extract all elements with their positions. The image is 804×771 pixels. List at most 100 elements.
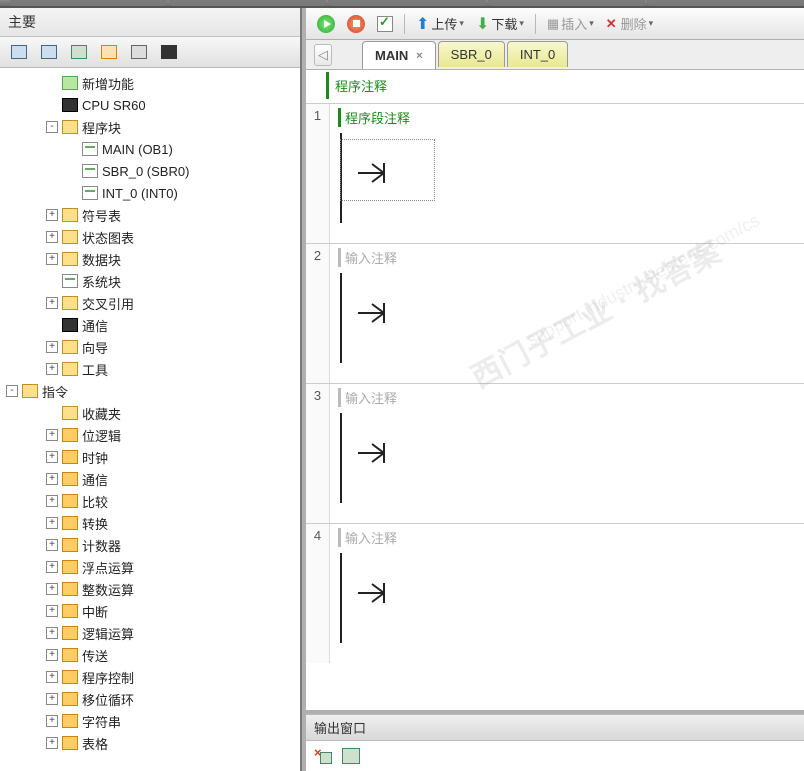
expand-icon[interactable]: + bbox=[46, 429, 58, 441]
expand-icon[interactable]: + bbox=[46, 297, 58, 309]
tree-node[interactable]: +表格 bbox=[2, 732, 300, 754]
insert-button[interactable]: ▦插入 bbox=[542, 11, 599, 36]
expand-icon[interactable]: + bbox=[46, 473, 58, 485]
instruction-folder-icon bbox=[62, 714, 78, 728]
project-tree[interactable]: 新增功能CPU SR60-程序块MAIN (OB1)SBR_0 (SBR0)IN… bbox=[0, 68, 300, 771]
expand-icon[interactable]: + bbox=[46, 737, 58, 749]
tree-node[interactable]: +程序控制 bbox=[2, 666, 300, 688]
expand-icon[interactable]: + bbox=[46, 583, 58, 595]
tree-node[interactable]: +中断 bbox=[2, 600, 300, 622]
tree-node[interactable]: 系统块 bbox=[2, 270, 300, 292]
tree-node[interactable]: -程序块 bbox=[2, 116, 300, 138]
program-comment[interactable]: 程序注释 bbox=[326, 72, 804, 99]
expand-icon[interactable]: + bbox=[46, 451, 58, 463]
expand-icon[interactable]: + bbox=[46, 561, 58, 573]
editor-tab[interactable]: SBR_0 bbox=[438, 41, 505, 67]
tree-node[interactable]: +计数器 bbox=[2, 534, 300, 556]
tree-node[interactable]: +符号表 bbox=[2, 204, 300, 226]
ribbon-tab[interactable] bbox=[647, 0, 804, 6]
tree-node[interactable]: +转换 bbox=[2, 512, 300, 534]
tree-node[interactable]: +逻辑运算 bbox=[2, 622, 300, 644]
stop-button[interactable] bbox=[342, 12, 370, 36]
view-icon-1[interactable] bbox=[6, 41, 32, 63]
ribbon-tab[interactable] bbox=[169, 0, 326, 6]
output-add-icon[interactable] bbox=[342, 748, 360, 764]
ladder-rung[interactable] bbox=[338, 133, 796, 223]
expand-icon[interactable]: + bbox=[46, 341, 58, 353]
tree-node[interactable]: +交叉引用 bbox=[2, 292, 300, 314]
network[interactable]: 4输入注释 bbox=[306, 523, 804, 663]
network-comment[interactable]: 程序段注释 bbox=[338, 108, 796, 127]
expand-icon[interactable]: + bbox=[46, 363, 58, 375]
close-icon[interactable]: × bbox=[416, 50, 422, 62]
view-icon-4[interactable] bbox=[96, 41, 122, 63]
view-icon-6[interactable] bbox=[156, 41, 182, 63]
end-contact-icon[interactable] bbox=[358, 441, 396, 465]
network[interactable]: 1程序段注释 bbox=[306, 103, 804, 243]
expand-icon[interactable]: + bbox=[46, 715, 58, 727]
ladder-rung[interactable] bbox=[338, 273, 796, 363]
run-button[interactable] bbox=[312, 12, 340, 36]
tree-node[interactable]: CPU SR60 bbox=[2, 94, 300, 116]
network-comment[interactable]: 输入注释 bbox=[338, 388, 796, 407]
tree-node[interactable]: +状态图表 bbox=[2, 226, 300, 248]
tree-node[interactable]: +字符串 bbox=[2, 710, 300, 732]
ladder-rung[interactable] bbox=[338, 553, 796, 643]
network-comment[interactable]: 输入注释 bbox=[338, 528, 796, 547]
network[interactable]: 2输入注释 bbox=[306, 243, 804, 383]
download-button[interactable]: ⬇下载 bbox=[471, 11, 529, 37]
end-contact-icon[interactable] bbox=[358, 161, 396, 185]
view-icon-3[interactable] bbox=[66, 41, 92, 63]
tree-node[interactable]: 新增功能 bbox=[2, 72, 300, 94]
expand-icon[interactable]: + bbox=[46, 209, 58, 221]
tree-node[interactable]: MAIN (OB1) bbox=[2, 138, 300, 160]
tree-node[interactable]: 收藏夹 bbox=[2, 402, 300, 424]
tree-node[interactable]: INT_0 (INT0) bbox=[2, 182, 300, 204]
delete-button[interactable]: ✕删除 bbox=[601, 11, 658, 36]
editor-tab[interactable]: INT_0 bbox=[507, 41, 568, 67]
end-contact-icon[interactable] bbox=[358, 581, 396, 605]
collapse-icon[interactable]: - bbox=[6, 385, 18, 397]
ladder-rung[interactable] bbox=[338, 413, 796, 503]
tree-node[interactable]: +移位循环 bbox=[2, 688, 300, 710]
tree-node[interactable]: +比较 bbox=[2, 490, 300, 512]
expand-icon[interactable]: + bbox=[46, 627, 58, 639]
upload-button[interactable]: ⬆上传 bbox=[411, 11, 469, 37]
ribbon-tab[interactable] bbox=[10, 0, 167, 6]
tree-node[interactable]: +传送 bbox=[2, 644, 300, 666]
expand-icon[interactable]: + bbox=[46, 495, 58, 507]
view-icon-5[interactable] bbox=[126, 41, 152, 63]
tree-node[interactable]: +时钟 bbox=[2, 446, 300, 468]
expand-icon[interactable]: + bbox=[46, 671, 58, 683]
end-contact-icon[interactable] bbox=[358, 301, 396, 325]
tree-node[interactable]: SBR_0 (SBR0) bbox=[2, 160, 300, 182]
tree-node[interactable]: +位逻辑 bbox=[2, 424, 300, 446]
expand-icon[interactable]: + bbox=[46, 231, 58, 243]
expand-icon[interactable]: + bbox=[46, 253, 58, 265]
collapse-icon[interactable]: - bbox=[46, 121, 58, 133]
compile-button[interactable] bbox=[372, 13, 398, 35]
ribbon-tab[interactable] bbox=[328, 0, 485, 6]
tree-node[interactable]: +数据块 bbox=[2, 248, 300, 270]
ladder-editor[interactable]: 西门子工业 · 找答案 support.industry.siemens.com… bbox=[306, 70, 804, 710]
folder-icon bbox=[62, 406, 78, 420]
expand-icon[interactable]: + bbox=[46, 539, 58, 551]
tree-node[interactable]: +浮点运算 bbox=[2, 556, 300, 578]
tree-node[interactable]: -指令 bbox=[2, 380, 300, 402]
editor-tab[interactable]: MAIN× bbox=[362, 41, 436, 69]
tree-node[interactable]: 通信 bbox=[2, 314, 300, 336]
expand-icon[interactable]: + bbox=[46, 649, 58, 661]
expand-icon[interactable]: + bbox=[46, 605, 58, 617]
view-icon-2[interactable] bbox=[36, 41, 62, 63]
tree-node[interactable]: +整数运算 bbox=[2, 578, 300, 600]
tree-node[interactable]: +通信 bbox=[2, 468, 300, 490]
network[interactable]: 3输入注释 bbox=[306, 383, 804, 523]
network-comment[interactable]: 输入注释 bbox=[338, 248, 796, 267]
tree-node[interactable]: +工具 bbox=[2, 358, 300, 380]
output-clear-icon[interactable] bbox=[314, 748, 332, 764]
tab-scroll-left[interactable]: ◁ bbox=[314, 44, 332, 66]
expand-icon[interactable]: + bbox=[46, 693, 58, 705]
expand-icon[interactable]: + bbox=[46, 517, 58, 529]
tree-node[interactable]: +向导 bbox=[2, 336, 300, 358]
ribbon-tab[interactable] bbox=[488, 0, 645, 6]
